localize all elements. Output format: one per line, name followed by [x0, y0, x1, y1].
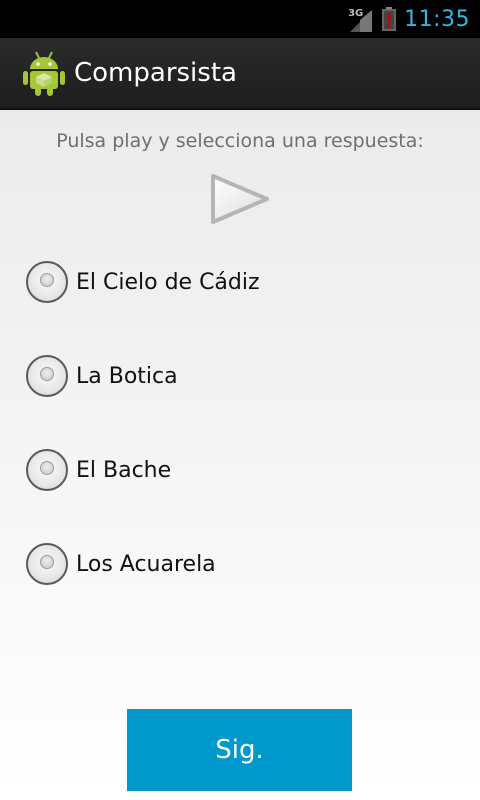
- app-title: Comparsista: [74, 58, 237, 88]
- radio-button[interactable]: [26, 449, 68, 491]
- signal-icon: 3G: [348, 6, 374, 32]
- quiz-prompt: Pulsa play y selecciona una respuesta:: [56, 130, 424, 152]
- answer-option-1[interactable]: El Cielo de Cádiz: [26, 260, 260, 304]
- answer-option-3[interactable]: El Bache: [26, 448, 171, 492]
- radio-indicator: [40, 273, 54, 287]
- answer-label[interactable]: El Cielo de Cádiz: [76, 270, 260, 295]
- play-icon[interactable]: [207, 172, 273, 226]
- status-bar: 3G 11:35: [0, 0, 480, 38]
- quiz-content: Pulsa play y selecciona una respuesta: E…: [0, 110, 480, 800]
- answer-label[interactable]: Los Acuarela: [76, 552, 216, 577]
- android-robot-icon[interactable]: [22, 49, 66, 97]
- battery-alert-icon: [382, 7, 397, 31]
- radio-indicator: [40, 367, 54, 381]
- radio-button[interactable]: [26, 543, 68, 585]
- radio-button[interactable]: [26, 261, 68, 303]
- answer-option-2[interactable]: La Botica: [26, 354, 178, 398]
- next-button[interactable]: Sig.: [127, 709, 352, 791]
- answer-label[interactable]: El Bache: [76, 458, 171, 483]
- answer-option-4[interactable]: Los Acuarela: [26, 542, 216, 586]
- radio-button[interactable]: [26, 355, 68, 397]
- status-clock: 11:35: [404, 6, 470, 32]
- radio-indicator: [40, 555, 54, 569]
- answer-label[interactable]: La Botica: [76, 364, 178, 389]
- radio-indicator: [40, 461, 54, 475]
- action-bar: Comparsista: [0, 38, 480, 110]
- status-icons: 3G 11:35: [348, 0, 470, 38]
